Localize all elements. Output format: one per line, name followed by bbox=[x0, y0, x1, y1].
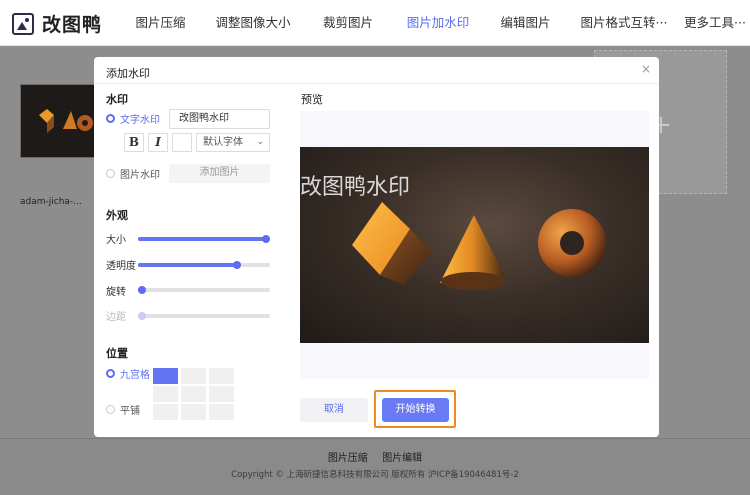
footer-link-compress[interactable]: 图片压缩 bbox=[328, 453, 368, 464]
thumbnail-shapes-image bbox=[39, 109, 93, 133]
margin-slider-label: 边距 bbox=[106, 312, 126, 323]
footer-link-edit[interactable]: 图片编辑 bbox=[382, 453, 422, 464]
font-family-select[interactable]: 默认字体 ⌄ bbox=[196, 133, 270, 152]
margin-slider-handle bbox=[138, 312, 146, 320]
font-select-value: 默认字体 bbox=[203, 137, 243, 148]
start-convert-button[interactable]: 开始转换 bbox=[382, 398, 449, 422]
opacity-slider-fill bbox=[138, 263, 237, 267]
margin-slider bbox=[138, 312, 270, 320]
rotate-slider-label: 旋转 bbox=[106, 287, 126, 298]
nav-item-edit[interactable]: 编辑图片 bbox=[483, 0, 568, 46]
size-slider[interactable] bbox=[138, 235, 270, 243]
grid-cell-middle-center[interactable] bbox=[181, 386, 206, 402]
logo-image-icon bbox=[12, 12, 34, 35]
image-watermark-label[interactable]: 图片水印 bbox=[120, 166, 160, 181]
grid-position-label[interactable]: 九宫格 bbox=[120, 366, 150, 381]
main-nav: 图片压缩 调整图像大小 裁剪图片 图片加水印 编辑图片 图片格式互转··· 更多… bbox=[118, 0, 750, 46]
preview-title: 预览 bbox=[301, 93, 323, 106]
grid-cell-bottom-left[interactable] bbox=[153, 404, 178, 420]
text-watermark-label[interactable]: 文字水印 bbox=[120, 111, 160, 126]
close-icon[interactable]: × bbox=[641, 62, 651, 76]
watermark-text-input[interactable]: 改图鸭水印 bbox=[169, 109, 270, 129]
tile-position-radio[interactable] bbox=[106, 405, 115, 414]
section-title-position: 位置 bbox=[106, 347, 128, 360]
cancel-button[interactable]: 取消 bbox=[300, 398, 368, 422]
logo-text: 改图鸭 bbox=[42, 14, 103, 36]
size-slider-label: 大小 bbox=[106, 235, 126, 246]
size-slider-handle[interactable] bbox=[262, 235, 270, 243]
nav-item-convert[interactable]: 图片格式互转··· bbox=[568, 0, 680, 46]
footer bbox=[0, 438, 750, 495]
text-watermark-radio[interactable] bbox=[106, 114, 115, 123]
add-watermark-dialog: 添加水印 × 水印 文字水印 改图鸭水印 B I 默认字体 ⌄ 图片水印 添加图… bbox=[94, 57, 659, 437]
footer-copyright: Copyright © 上海斫捷信息科技有限公司 版权所有 沪ICP备19046… bbox=[231, 470, 519, 480]
opacity-slider[interactable] bbox=[138, 261, 270, 269]
section-title-appearance: 外观 bbox=[106, 209, 128, 222]
image-watermark-radio[interactable] bbox=[106, 169, 115, 178]
preview-watermark-text: 改图鸭水印 bbox=[300, 175, 411, 200]
add-image-button[interactable]: 添加图片 bbox=[169, 164, 270, 183]
top-header: 改图鸭 图片压缩 调整图像大小 裁剪图片 图片加水印 编辑图片 图片格式互转··… bbox=[0, 0, 750, 46]
nav-item-more-tools[interactable]: 更多工具··· bbox=[680, 0, 750, 46]
uploaded-image-thumbnail[interactable] bbox=[20, 84, 95, 158]
grid-cell-top-right[interactable] bbox=[209, 368, 234, 384]
chevron-down-icon: ⌄ bbox=[256, 137, 264, 147]
preview-image: 改图鸭水印 bbox=[300, 147, 649, 343]
nav-item-compress[interactable]: 图片压缩 bbox=[118, 0, 203, 46]
grid-cell-top-left[interactable] bbox=[153, 368, 178, 384]
section-title-watermark: 水印 bbox=[106, 93, 128, 106]
footer-links: 图片压缩 图片编辑 bbox=[0, 449, 750, 464]
grid-cell-middle-left[interactable] bbox=[153, 386, 178, 402]
dialog-title: 添加水印 bbox=[106, 67, 150, 80]
grid-cell-middle-right[interactable] bbox=[209, 386, 234, 402]
opacity-slider-label: 透明度 bbox=[106, 261, 136, 272]
nav-item-crop[interactable]: 裁剪图片 bbox=[303, 0, 393, 46]
grid-cell-bottom-center[interactable] bbox=[181, 404, 206, 420]
tile-position-label[interactable]: 平铺 bbox=[120, 402, 140, 417]
font-color-button[interactable] bbox=[172, 133, 192, 152]
grid-cell-bottom-right[interactable] bbox=[209, 404, 234, 420]
rotate-slider[interactable] bbox=[138, 286, 270, 294]
thumbnail-filename: adam-jicha-... bbox=[20, 197, 82, 207]
preview-canvas: 改图鸭水印 bbox=[300, 111, 649, 379]
nav-item-watermark[interactable]: 图片加水印 bbox=[393, 0, 483, 46]
rotate-slider-handle[interactable] bbox=[138, 286, 146, 294]
dialog-divider bbox=[94, 83, 659, 84]
grid-position-radio[interactable] bbox=[106, 369, 115, 378]
opacity-slider-handle[interactable] bbox=[233, 261, 241, 269]
logo[interactable]: 改图鸭 bbox=[12, 10, 102, 37]
italic-button[interactable]: I bbox=[148, 133, 168, 152]
nav-item-resize[interactable]: 调整图像大小 bbox=[203, 0, 303, 46]
bold-button[interactable]: B bbox=[124, 133, 144, 152]
grid-cell-top-center[interactable] bbox=[181, 368, 206, 384]
size-slider-fill bbox=[138, 237, 266, 241]
